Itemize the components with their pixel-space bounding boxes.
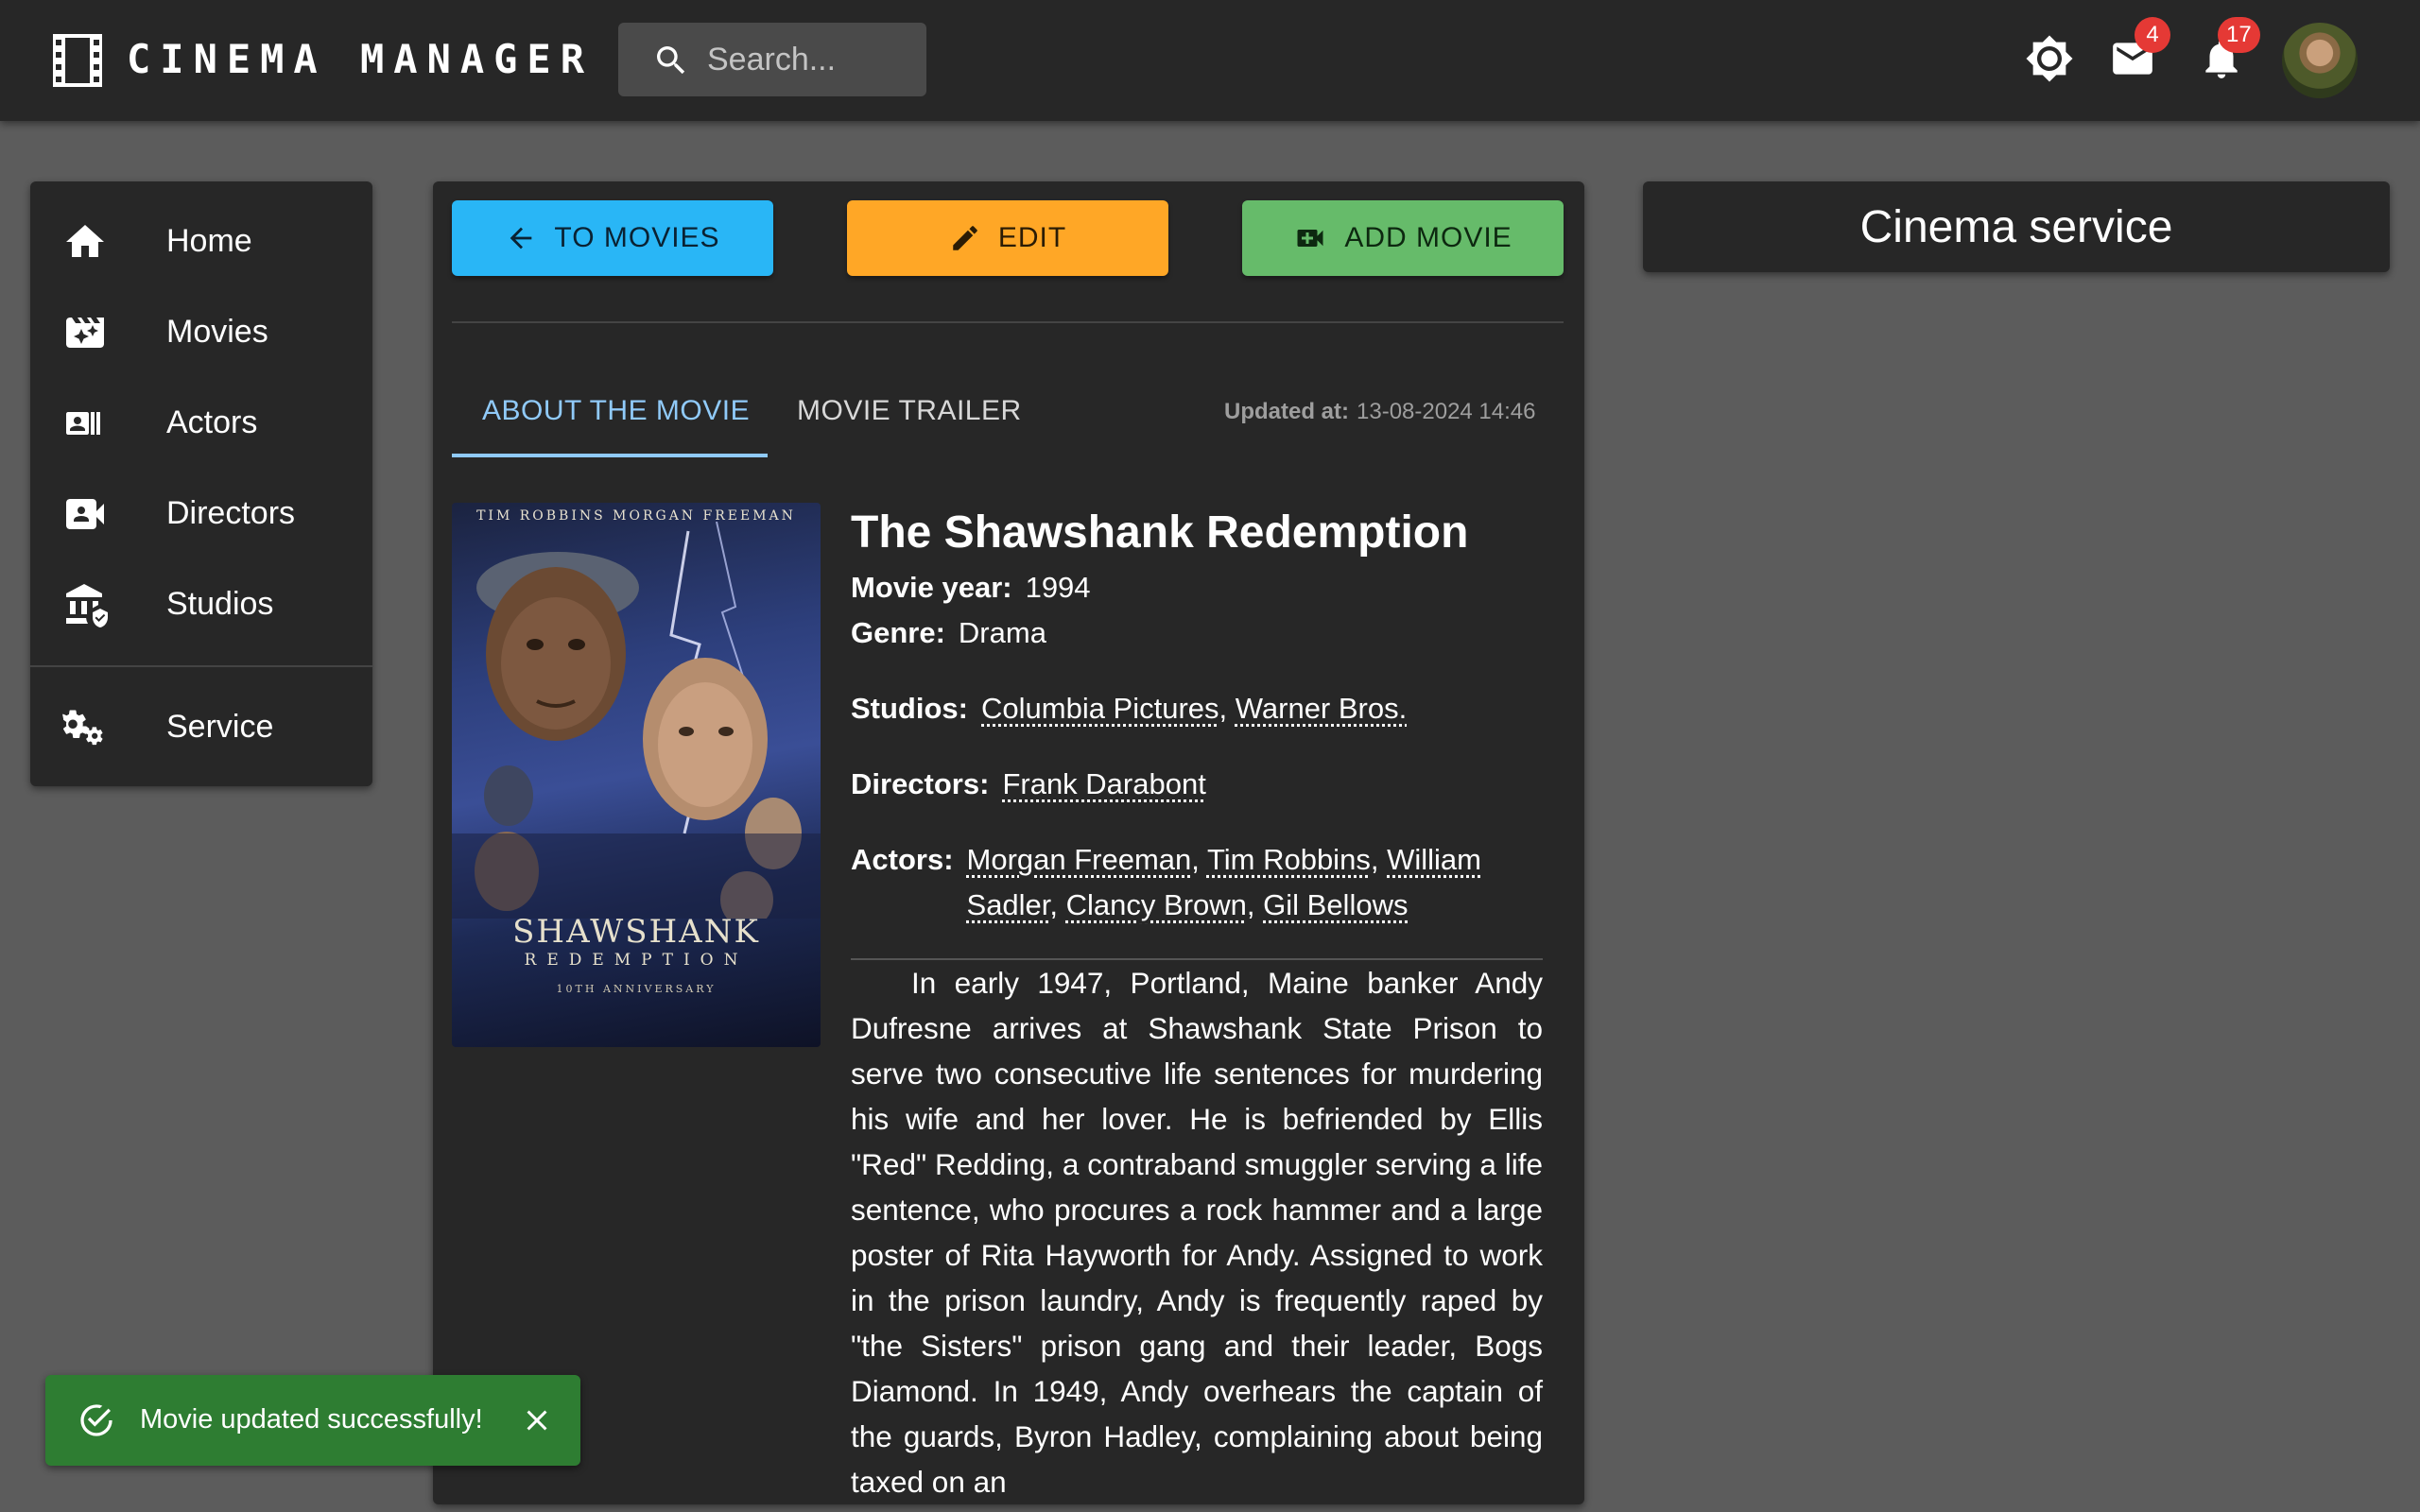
search-icon <box>657 46 685 75</box>
edit-button[interactable]: EDIT <box>847 200 1168 276</box>
mail-count-badge: 4 <box>2135 17 2170 53</box>
sidebar-divider <box>30 665 372 667</box>
studios-icon <box>66 584 108 627</box>
updated-at-value: 13-08-2024 14:46 <box>1357 399 1536 424</box>
add-movie-label: ADD MOVIE <box>1344 222 1512 253</box>
movie-poster: TIM ROBBINS MORGAN FREEMAN SHAWSHANK RED… <box>452 503 821 1047</box>
notifications-count-badge: 17 <box>2218 17 2260 53</box>
to-movies-label: TO MOVIES <box>554 222 720 253</box>
movie-year-label: Movie year: <box>851 571 1012 604</box>
snackbar-message: Movie updated successfully! <box>140 1404 483 1435</box>
directors-field: Directors: Frank Darabont <box>851 762 1206 807</box>
actor-link[interactable]: Morgan Freeman <box>967 843 1192 876</box>
home-icon <box>66 225 104 257</box>
studios-field: Studios: Columbia Pictures, Warner Bros. <box>851 692 1408 725</box>
actors-field: Actors: Morgan Freeman, Tim Robbins, Wil… <box>851 837 1541 928</box>
sidebar-item-label: Directors <box>166 495 296 531</box>
movie-year-field: Movie year: 1994 <box>851 565 1091 610</box>
poster-title: SHAWSHANK <box>512 913 760 951</box>
mail-button[interactable]: 4 <box>2106 17 2170 85</box>
arrow-back-icon <box>510 227 532 249</box>
studio-link[interactable]: Warner Bros. <box>1236 692 1407 725</box>
directors-icon <box>66 499 104 529</box>
sidebar-item-label: Service <box>166 709 274 745</box>
movie-year-value: 1994 <box>1025 571 1091 604</box>
cinema-service-panel: Cinema service <box>1643 181 2390 272</box>
search-box[interactable] <box>618 23 926 96</box>
movie-title: The Shawshank Redemption <box>851 507 1469 558</box>
close-icon[interactable] <box>520 1403 554 1437</box>
edit-label: EDIT <box>997 222 1067 253</box>
brightness-icon <box>2026 35 2073 82</box>
genre-value: Drama <box>958 616 1046 649</box>
movies-icon <box>66 318 104 348</box>
sidebar-item-label: Movies <box>166 314 268 350</box>
search-input[interactable] <box>707 36 915 83</box>
user-avatar[interactable] <box>2282 23 2358 98</box>
updated-at: Updated at: 13-08-2024 14:46 <box>1224 399 1536 425</box>
sidebar-item-service[interactable]: Service <box>30 682 372 773</box>
edit-icon <box>953 226 977 250</box>
movie-details-card: TO MOVIES EDIT ADD MOVIE ABOUT THE MOVIE… <box>433 181 1584 1504</box>
director-link[interactable]: Frank Darabont <box>1002 767 1205 800</box>
sidebar-item-home[interactable]: Home <box>30 197 372 287</box>
directors-label: Directors: <box>851 767 990 800</box>
top-app-bar: CINEMA MANAGER 4 17 <box>0 0 2420 121</box>
active-tab-indicator <box>452 454 768 457</box>
toolbar-divider <box>452 321 1564 323</box>
sidebar-item-movies[interactable]: Movies <box>30 287 372 378</box>
tab-movie-trailer[interactable]: MOVIE TRAILER <box>797 395 1022 427</box>
film-icon <box>53 34 102 87</box>
updated-at-label: Updated at: <box>1224 399 1349 424</box>
sidebar-item-directors[interactable]: Directors <box>30 469 372 559</box>
sidebar-item-label: Actors <box>166 404 258 440</box>
sidebar: Home Movies Actors Directors Studios Ser… <box>30 181 372 786</box>
notifications-button[interactable]: 17 <box>2195 17 2260 85</box>
studios-label: Studios: <box>851 692 968 725</box>
sidebar-item-label: Studios <box>166 586 274 622</box>
sidebar-item-studios[interactable]: Studios <box>30 559 372 650</box>
movie-description: In early 1947, Portland, Maine banker An… <box>851 966 1543 1499</box>
actors-icon <box>66 412 100 435</box>
sidebar-item-actors[interactable]: Actors <box>30 378 372 469</box>
to-movies-button[interactable]: TO MOVIES <box>452 200 773 276</box>
actor-link[interactable]: Gil Bellows <box>1263 888 1408 921</box>
success-snackbar: Movie updated successfully! <box>45 1375 580 1466</box>
cinema-service-title: Cinema service <box>1859 201 2173 252</box>
service-icon <box>62 710 103 746</box>
sidebar-item-label: Home <box>166 223 252 259</box>
theme-settings-button[interactable] <box>2023 32 2076 85</box>
add-movie-button[interactable]: ADD MOVIE <box>1242 200 1564 276</box>
check-circle-icon <box>80 1404 112 1436</box>
tab-about-the-movie[interactable]: ABOUT THE MOVIE <box>482 395 750 427</box>
app-title[interactable]: CINEMA MANAGER <box>127 36 594 82</box>
video-add-icon <box>1297 230 1323 247</box>
genre-field: Genre: Drama <box>851 610 1046 656</box>
actors-label: Actors: <box>851 843 954 876</box>
studio-link[interactable]: Columbia Pictures <box>981 692 1219 725</box>
poster-subtitle: REDEMPTION <box>524 951 749 970</box>
actor-link[interactable]: Tim Robbins <box>1207 843 1371 876</box>
genre-label: Genre: <box>851 616 945 649</box>
poster-anniversary: 10TH ANNIVERSARY <box>556 983 717 995</box>
actor-link[interactable]: Clancy Brown <box>1066 888 1247 921</box>
poster-artwork <box>452 522 821 919</box>
